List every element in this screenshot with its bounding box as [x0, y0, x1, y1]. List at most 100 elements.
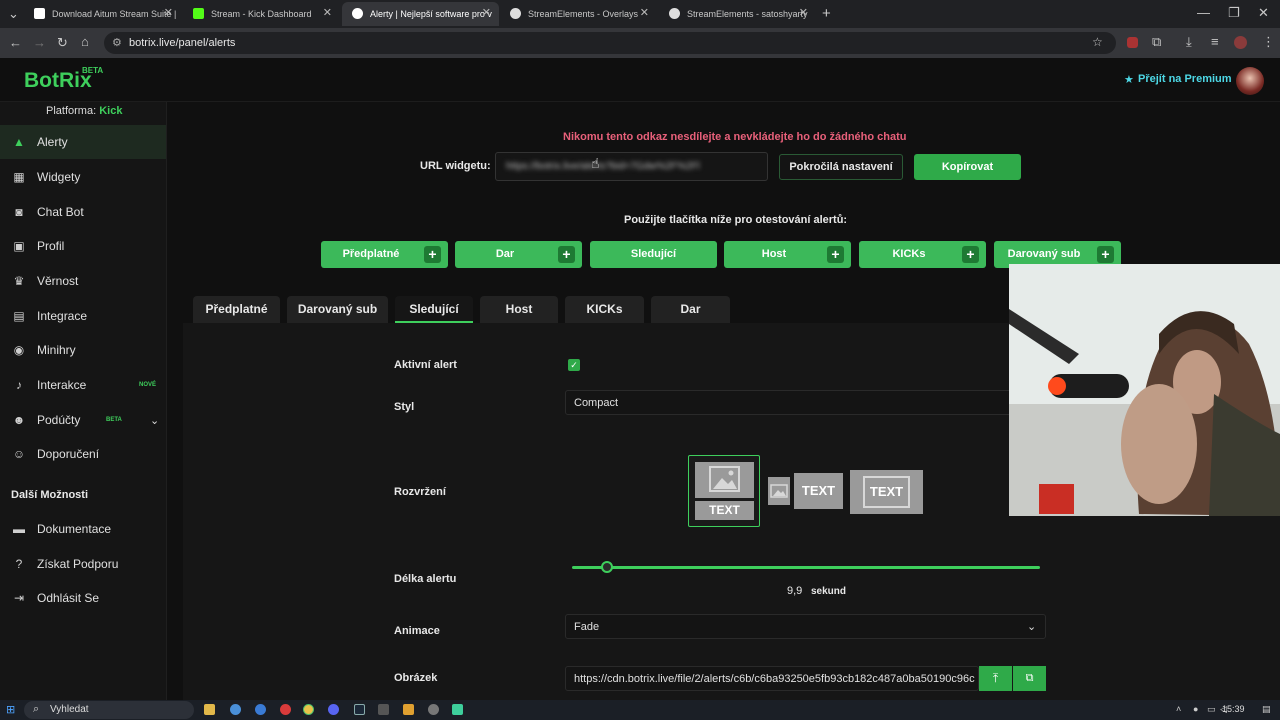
url-widget-field[interactable]: https://botrix.live/alerts?bid=7Gdw%2F%2… [495, 152, 768, 181]
new-tab-button[interactable]: + [822, 5, 831, 22]
back-icon[interactable]: ← [9, 35, 22, 50]
premium-link[interactable]: Přejít na Premium [1138, 73, 1232, 85]
user-avatar[interactable] [1236, 67, 1264, 95]
clock[interactable]: 15:39 [1222, 704, 1245, 714]
beta-badge: BETA [106, 417, 122, 423]
tab-kicks[interactable]: KICKs [565, 296, 644, 323]
browser-menu-icon[interactable]: ⋮ [1262, 34, 1275, 50]
browser-tab[interactable]: StreamElements - satoshyarty ✕ [659, 2, 816, 26]
sidebar-item-podpora[interactable]: ? Získat Podporu [0, 547, 166, 581]
tab-close-icon[interactable]: ✕ [164, 6, 173, 19]
app-icon[interactable] [230, 704, 241, 715]
test-subscription-button[interactable]: Předplatné + [321, 241, 448, 268]
opera-icon[interactable] [280, 704, 291, 715]
close-window-icon[interactable]: ✕ [1258, 5, 1269, 21]
network-icon[interactable]: ▭ [1207, 704, 1216, 715]
tab-host[interactable]: Host [480, 296, 558, 323]
address-bar[interactable]: ⚙ botrix.live/panel/alerts ☆ [104, 32, 1116, 54]
sidebar-item-interakce[interactable]: ♪ Interakce NOVÉ [0, 368, 166, 402]
alert-length-slider[interactable] [572, 561, 1040, 573]
windows-start-icon[interactable]: ⊞ [6, 704, 18, 716]
test-donation-button[interactable]: Dar + [455, 241, 582, 268]
layout-option-overlay[interactable]: TEXT [850, 470, 923, 514]
profile-avatar-icon[interactable] [1234, 36, 1247, 49]
download-icon[interactable]: ⤓ [1186, 34, 1192, 50]
steam-icon[interactable] [354, 704, 365, 715]
bookmark-star-icon[interactable]: ☆ [1092, 35, 1103, 49]
tab-close-icon[interactable]: ✕ [323, 6, 332, 19]
app-icon[interactable] [378, 704, 389, 715]
browser-tab[interactable]: Download Aitum Stream Suite | ✕ [24, 2, 181, 26]
extensions-puzzle-icon[interactable]: ⧉ [1152, 34, 1161, 50]
site-info-icon[interactable]: ⚙ [112, 36, 122, 49]
extension-icon[interactable] [1127, 37, 1138, 48]
sidebar-item-minihry[interactable]: ◉ Minihry [0, 333, 166, 367]
minimize-icon[interactable]: — [1197, 5, 1210, 20]
sidebar-item-poducty[interactable]: ☻ Podúčty BETA ⌄ [0, 403, 166, 437]
app-icon[interactable] [255, 704, 266, 715]
book-icon: ▬ [13, 522, 25, 536]
sidebar-item-chat-bot[interactable]: ◙ Chat Bot [0, 195, 166, 229]
taskbar-search[interactable]: ⌕ Vyhledat [24, 701, 194, 719]
layout-option-side[interactable]: TEXT [768, 473, 843, 509]
sidebar-item-vernost[interactable]: ♛ Věrnost [0, 264, 166, 298]
test-follower-button[interactable]: Sledující [590, 241, 717, 268]
layout-option-stacked[interactable]: TEXT [688, 455, 760, 527]
sidebar-item-doporuceni[interactable]: ☺ Doporučení [0, 437, 166, 471]
advanced-settings-button[interactable]: Pokročilá nastavení [779, 154, 903, 180]
sidebar-item-odhlasit[interactable]: ⇥ Odhlásit Se [0, 581, 166, 615]
test-button-label: KICKs [892, 248, 926, 260]
restore-icon[interactable]: ❐ [1228, 5, 1240, 21]
sidebar-item-dokumentace[interactable]: ▬ Dokumentace [0, 512, 166, 546]
app-icon[interactable] [403, 704, 414, 715]
style-select[interactable]: Compact [565, 390, 1015, 415]
obs-icon[interactable] [428, 704, 439, 715]
tab-close-icon[interactable]: ✕ [640, 6, 649, 19]
reload-icon[interactable]: ↻ [57, 35, 68, 51]
style-label: Styl [394, 401, 415, 413]
app-icon[interactable] [452, 704, 463, 715]
sidebar-item-alerty[interactable]: ▲ Alerty [0, 125, 166, 159]
plus-icon: + [1097, 246, 1114, 263]
notifications-icon[interactable]: ▤ [1262, 704, 1271, 715]
widgets-icon: ▦ [13, 170, 25, 184]
music-icon: ♪ [16, 378, 22, 392]
forward-icon[interactable]: → [33, 35, 46, 50]
test-host-button[interactable]: Host + [724, 241, 851, 268]
browser-tab[interactable]: Stream - Kick Dashboard ✕ [183, 2, 340, 26]
reading-list-icon[interactable]: ≡ [1211, 34, 1219, 49]
animation-select[interactable]: Fade ⌄ [565, 614, 1046, 639]
home-icon[interactable]: ⌂ [81, 34, 89, 49]
upload-icon[interactable]: ⤒ [979, 666, 1012, 691]
streamelements-favicon-icon [510, 8, 521, 19]
tab-dar[interactable]: Dar [651, 296, 730, 323]
gallery-icon[interactable]: ⧉ [1013, 666, 1046, 691]
slider-thumb[interactable] [601, 561, 614, 573]
copy-button[interactable]: Kopírovat [914, 154, 1021, 180]
tab-darovany-sub[interactable]: Darovaný sub [287, 296, 388, 323]
tray-chevron-icon[interactable]: ˄ [1176, 704, 1181, 714]
sidebar-item-profil[interactable]: ▣ Profil [0, 229, 166, 263]
test-kicks-button[interactable]: KICKs + [859, 241, 986, 268]
chevron-down-icon[interactable]: ⌄ [150, 414, 159, 427]
tab-close-icon[interactable]: ✕ [799, 6, 808, 19]
browser-tab-active[interactable]: Alerty | Nejlepší software pro v ✕ [342, 2, 499, 26]
browser-tab-bar: ⌄ Download Aitum Stream Suite | ✕ Stream… [0, 0, 1280, 28]
sidebar-item-integrace[interactable]: ▤ Integrace [0, 299, 166, 333]
discord-icon[interactable] [328, 704, 339, 715]
file-explorer-icon[interactable] [204, 704, 215, 715]
sidebar-item-widgety[interactable]: ▦ Widgety [0, 160, 166, 194]
image-url-field[interactable]: https://cdn.botrix.live/file/2/alerts/c6… [565, 666, 979, 691]
active-alert-checkbox[interactable]: ✓ [568, 359, 580, 371]
search-icon: ⌕ [33, 703, 40, 715]
plus-icon: + [558, 246, 575, 263]
microphone-icon[interactable]: ● [1193, 704, 1198, 714]
browser-tab[interactable]: StreamElements - Overlays ✕ [500, 2, 657, 26]
tab-sledujici[interactable]: Sledující [395, 296, 473, 323]
tab-predplatne[interactable]: Předplatné [193, 296, 280, 323]
tab-search-icon[interactable]: ⌄ [8, 6, 22, 21]
gamepad-icon: ◉ [13, 343, 25, 357]
tab-close-icon[interactable]: ✕ [482, 6, 491, 19]
logout-icon: ⇥ [13, 591, 25, 605]
chrome-icon[interactable] [303, 704, 314, 715]
